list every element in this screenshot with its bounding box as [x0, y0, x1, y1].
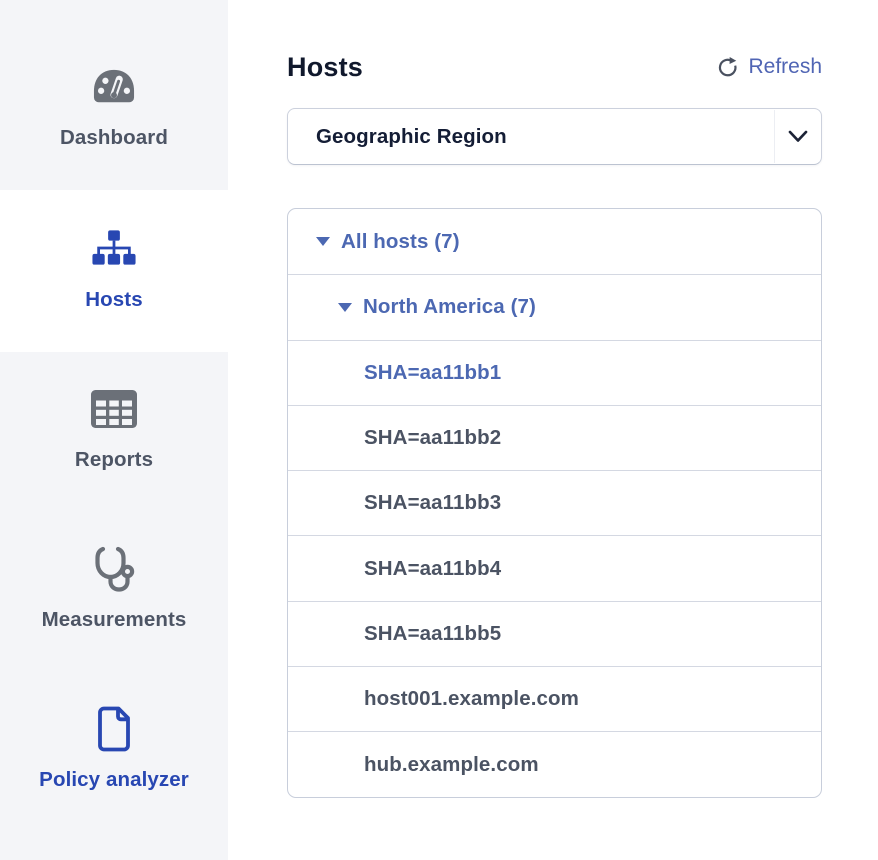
sitemap-icon	[90, 222, 138, 276]
tree-row-hub-example-com[interactable]: hub.example.com	[288, 731, 821, 796]
caret-down-icon[interactable]	[338, 303, 352, 312]
tree-row-sha-aa11bb2[interactable]: SHA=aa11bb2	[288, 405, 821, 470]
chevron-down-icon	[788, 130, 808, 143]
main-content: Hosts Refresh Geographic Region All host…	[228, 0, 878, 860]
sidebar-item-policy-analyzer[interactable]: Policy analyzer	[0, 672, 228, 832]
chevron-down-icon	[775, 130, 821, 143]
page-title: Hosts	[287, 50, 363, 84]
tree-row-north-america-7-[interactable]: North America (7)	[288, 274, 821, 339]
caret-down-icon[interactable]	[316, 237, 330, 246]
refresh-icon	[717, 56, 739, 78]
tree-item-label: host001.example.com	[364, 687, 579, 711]
refresh-button[interactable]: Refresh	[717, 55, 822, 79]
nav-item-label: Measurements	[42, 608, 187, 632]
tree-row-sha-aa11bb1[interactable]: SHA=aa11bb1	[288, 340, 821, 405]
document-icon	[92, 702, 136, 756]
table-icon	[90, 382, 138, 436]
nav-item-label: Policy analyzer	[39, 768, 189, 792]
group-by-select[interactable]: Geographic Region	[287, 108, 822, 165]
tree-row-sha-aa11bb4[interactable]: SHA=aa11bb4	[288, 535, 821, 600]
refresh-icon	[717, 56, 739, 78]
tree-item-label: SHA=aa11bb4	[364, 557, 501, 581]
tree-row-sha-aa11bb3[interactable]: SHA=aa11bb3	[288, 470, 821, 535]
tree-item-label: SHA=aa11bb1	[364, 361, 501, 385]
tree-item-label: SHA=aa11bb5	[364, 622, 501, 646]
sidebar: Dashboard Hosts Reports Measurements	[0, 0, 228, 860]
hosts-tree: All hosts (7) North America (7) SHA=aa11…	[287, 208, 822, 798]
stethoscope-icon	[88, 542, 140, 596]
tree-row-all-hosts-7-[interactable]: All hosts (7)	[288, 209, 821, 274]
tree-item-label: All hosts (7)	[341, 230, 460, 254]
sitemap-icon	[90, 229, 138, 269]
gauge-icon	[89, 66, 139, 108]
tree-item-label: SHA=aa11bb2	[364, 426, 501, 450]
refresh-label: Refresh	[748, 55, 822, 79]
nav-item-label: Reports	[75, 448, 153, 472]
gauge-icon	[89, 60, 139, 114]
group-by-selected-value: Geographic Region	[288, 125, 774, 149]
page-header: Hosts Refresh	[287, 50, 822, 84]
tree-row-host001-example-com[interactable]: host001.example.com	[288, 666, 821, 731]
sidebar-item-dashboard[interactable]: Dashboard	[0, 0, 228, 190]
tree-row-sha-aa11bb5[interactable]: SHA=aa11bb5	[288, 601, 821, 666]
tree-item-label: North America (7)	[363, 295, 536, 319]
nav-item-label: Dashboard	[60, 126, 168, 150]
stethoscope-icon	[88, 543, 140, 595]
sidebar-item-reports[interactable]: Reports	[0, 352, 228, 512]
document-icon	[92, 704, 136, 754]
nav-item-label: Hosts	[85, 288, 142, 312]
sidebar-item-hosts[interactable]: Hosts	[0, 190, 228, 352]
tree-item-label: hub.example.com	[364, 753, 539, 777]
sidebar-item-measurements[interactable]: Measurements	[0, 512, 228, 672]
app-root: Dashboard Hosts Reports Measurements	[0, 0, 878, 860]
tree-item-label: SHA=aa11bb3	[364, 491, 501, 515]
table-icon	[90, 389, 138, 429]
